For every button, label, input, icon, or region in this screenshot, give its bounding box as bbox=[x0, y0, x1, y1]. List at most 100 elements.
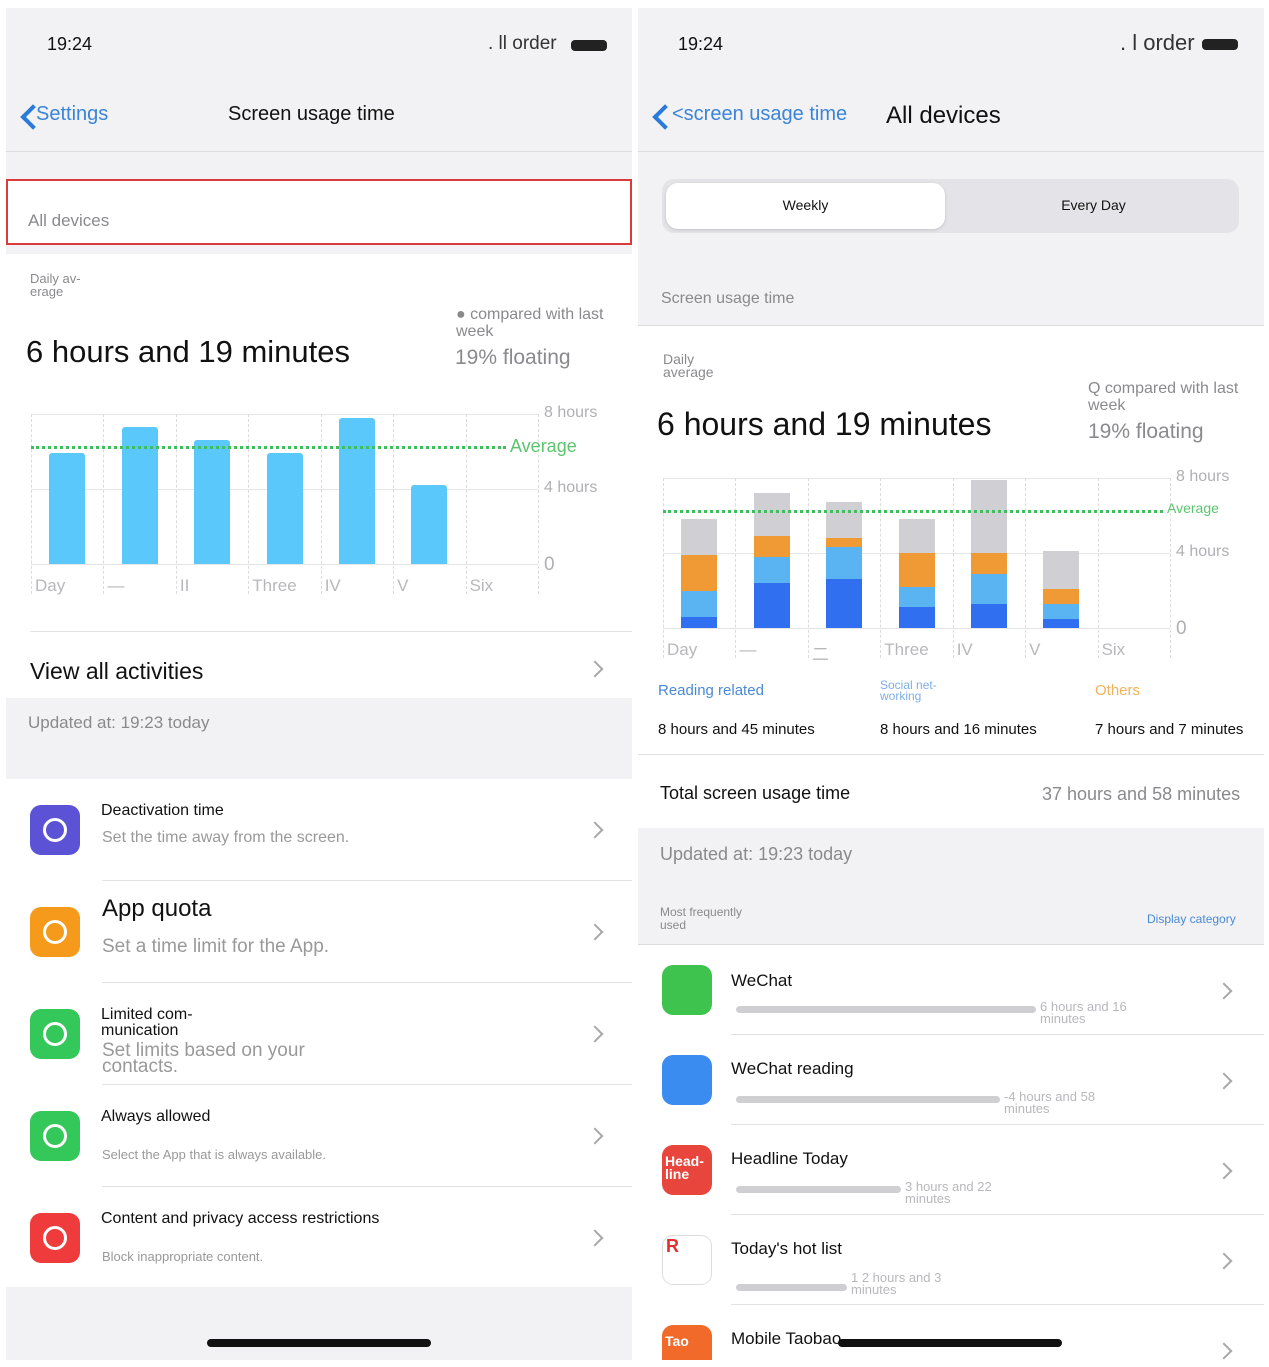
chevron-right-icon bbox=[1215, 1342, 1233, 1360]
app-row[interactable]: WeChat reading -4 hours and 58 minutes bbox=[638, 1035, 1264, 1125]
daily-average-value: 6 hours and 19 minutes bbox=[26, 334, 350, 369]
chart-gridline bbox=[31, 564, 538, 565]
moon-clock-icon bbox=[30, 805, 80, 855]
back-button[interactable]: Settings bbox=[36, 103, 108, 126]
chart-bar-segment bbox=[826, 502, 863, 538]
settings-subtitle: Set a time limit for the App. bbox=[102, 936, 330, 957]
x-tick-label: IV bbox=[324, 576, 341, 595]
chart-bar-segment bbox=[826, 538, 863, 548]
x-tick-label: 二 bbox=[811, 645, 829, 664]
updated-label: Updated at: 19:23 today bbox=[660, 844, 853, 864]
chart-bar-segment bbox=[898, 586, 935, 608]
tab-every-day-label: Every Day bbox=[1061, 197, 1126, 213]
total-usage-label: Total screen usage time bbox=[660, 783, 851, 803]
average-line bbox=[663, 509, 1163, 513]
back-button[interactable]: <screen usage time bbox=[672, 103, 847, 126]
app-row[interactable]: R Today's hot list 1 2 hours and 3 minutes bbox=[638, 1215, 1264, 1305]
floating-value: 19% floating bbox=[1088, 420, 1204, 443]
category-name: Others bbox=[1095, 682, 1141, 699]
settings-row[interactable]: Content and privacy access restrictions B… bbox=[6, 1187, 632, 1289]
app-name: Headline Today bbox=[731, 1149, 848, 1168]
chart-column-divider bbox=[175, 414, 177, 594]
settings-row[interactable]: Limited com- munication Set limits based … bbox=[6, 983, 632, 1085]
view-all-activities-link[interactable]: View all activities bbox=[30, 658, 203, 685]
page-title: All devices bbox=[886, 102, 1001, 129]
status-time: 19:24 bbox=[47, 34, 93, 54]
y-tick-label: 0 bbox=[1176, 618, 1187, 639]
chart-bar-segment bbox=[753, 556, 790, 583]
app-name: Mobile Taobao bbox=[731, 1329, 842, 1348]
settings-title: Deactivation time bbox=[101, 802, 224, 819]
x-tick-label: V bbox=[397, 576, 409, 595]
tab-every-day[interactable]: Every Day bbox=[952, 183, 1235, 229]
wechat-reading-icon bbox=[662, 1055, 712, 1105]
stacked-usage-chart: 8 hours 4 hours 0 Day — 二 Three IV V Six Average bbox=[638, 468, 1264, 668]
category-name: Reading related bbox=[658, 682, 764, 699]
average-line bbox=[31, 445, 506, 449]
all-devices-row[interactable]: All devices bbox=[6, 179, 632, 245]
headline-icon: Head- line bbox=[662, 1145, 712, 1195]
chart-column-divider bbox=[103, 414, 105, 594]
hourglass-icon bbox=[30, 907, 80, 957]
app-row[interactable]: Tao Mobile Taobao bbox=[638, 1305, 1264, 1360]
settings-row[interactable]: Always allowed Select the App that is alw… bbox=[6, 1085, 632, 1187]
chart-bar-segment bbox=[681, 590, 718, 617]
chart-column-divider bbox=[735, 478, 737, 658]
chart-bar-segment bbox=[1043, 618, 1080, 628]
chevron-right-icon bbox=[586, 821, 604, 839]
page-title: Screen usage time bbox=[228, 103, 395, 125]
settings-title: App quota bbox=[102, 895, 212, 922]
section-label: Screen usage time bbox=[661, 290, 795, 307]
home-indicator bbox=[838, 1339, 1062, 1347]
total-usage-value: 37 hours and 58 minutes bbox=[1042, 784, 1241, 804]
x-tick-label: Day bbox=[667, 640, 698, 659]
chart-column-divider bbox=[807, 478, 809, 658]
app-row[interactable]: Head- line Headline Today 3 hours and 22 m… bbox=[638, 1125, 1264, 1215]
chart-column-divider bbox=[952, 478, 954, 658]
usage-bar-chart: 8 hours 4 hours 0 Day — II Three IV V Six Average bbox=[6, 404, 632, 614]
chart-column-divider bbox=[393, 414, 395, 594]
right-screen: 19:24 . l order <screen usage time All d… bbox=[638, 8, 1264, 1360]
compared-label: Q compared with last week bbox=[1088, 380, 1239, 414]
y-tick-label: 4 hours bbox=[544, 479, 598, 496]
category-time: 8 hours and 45 minutes bbox=[658, 721, 815, 738]
battery-icon bbox=[1202, 39, 1238, 50]
settings-title: Limited com- munication bbox=[101, 1006, 193, 1039]
chevron-right-icon bbox=[586, 1025, 604, 1043]
settings-row[interactable]: Deactivation time Set the time away from … bbox=[6, 779, 632, 881]
display-category-link[interactable]: Display category bbox=[1147, 912, 1236, 926]
chart-column-divider bbox=[465, 414, 467, 594]
floating-value: 19% floating bbox=[455, 346, 571, 369]
app-icon-text: R bbox=[666, 1236, 679, 1256]
usage-progress-bar bbox=[736, 1006, 1036, 1013]
chart-bar-segment bbox=[1043, 588, 1080, 604]
chart-column-divider bbox=[663, 478, 664, 658]
chart-bar-segment bbox=[898, 519, 935, 553]
divider bbox=[638, 754, 1264, 755]
chart-bar bbox=[266, 453, 303, 564]
wechat-icon bbox=[662, 965, 712, 1015]
x-tick-label: — bbox=[739, 640, 757, 659]
chart-bar-segment bbox=[1043, 603, 1080, 619]
daily-average-value: 6 hours and 19 minutes bbox=[657, 406, 992, 442]
usage-progress-bar bbox=[736, 1186, 901, 1193]
app-row[interactable]: WeChat 6 hours and 16 minutes bbox=[638, 945, 1264, 1035]
app-name: Today's hot list bbox=[731, 1239, 842, 1258]
app-usage-time: 1 2 hours and 3 minutes bbox=[851, 1270, 942, 1297]
chart-bar-segment bbox=[898, 553, 935, 587]
status-carrier: . ll order bbox=[488, 33, 557, 54]
all-devices-label: All devices bbox=[28, 211, 110, 230]
y-tick-label: 8 hours bbox=[544, 404, 598, 421]
app-usage-time: 3 hours and 22 minutes bbox=[905, 1179, 992, 1206]
chevron-right-icon bbox=[1215, 1072, 1233, 1090]
tab-weekly[interactable]: Weekly bbox=[666, 183, 945, 229]
chart-gridline bbox=[663, 628, 1170, 629]
settings-row[interactable]: App quota Set a time limit for the App. bbox=[6, 881, 632, 983]
person-circle-icon bbox=[30, 1009, 80, 1059]
status-carrier: . l order bbox=[1120, 30, 1195, 55]
chart-column-divider bbox=[31, 414, 32, 594]
daily-average-label: Daily av- erage bbox=[30, 271, 81, 299]
app-name: WeChat bbox=[731, 971, 793, 990]
home-indicator bbox=[207, 1339, 431, 1347]
chevron-right-icon bbox=[586, 923, 604, 941]
